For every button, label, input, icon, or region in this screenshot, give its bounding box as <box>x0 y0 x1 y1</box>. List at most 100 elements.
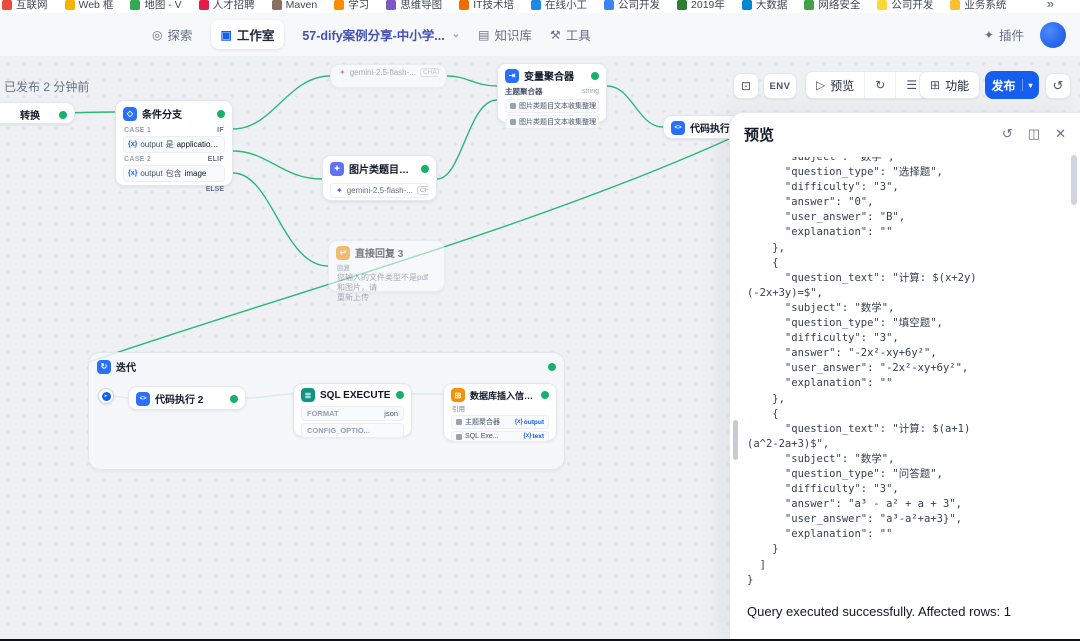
edge <box>437 100 497 179</box>
preview-panel-header: 预览 ↺ ◫ ✕ <box>730 113 1080 155</box>
json-line: "explanation": "" <box>747 376 1064 391</box>
split-view-icon[interactable]: ◫ <box>1028 126 1040 142</box>
bookmarks-overflow-chevron[interactable]: » <box>1047 0 1080 11</box>
json-line: { <box>747 407 1064 422</box>
ifelse-icon: ◇ <box>123 107 137 121</box>
node-convert[interactable]: 转换 <box>0 102 75 124</box>
nav-knowledge[interactable]: ▤ 知识库 <box>478 25 532 44</box>
plugins-icon: ✦ <box>984 28 994 42</box>
favicon-icon <box>804 0 814 10</box>
node-ref-icon <box>510 119 516 125</box>
bookmark-label: 思维导图 <box>400 0 442 12</box>
main-nav: ◎ 探索 ▣ 工作室 57-dify案例分享-中小学... ⌄ ▤ 知识库 ⚒ … <box>152 13 591 56</box>
nav-plugins[interactable]: ✦ 插件 <box>984 25 1024 44</box>
json-line: }, <box>747 392 1064 407</box>
json-line: "user_answer": "-2x²-xy+6y²", <box>747 361 1064 376</box>
preview-run-button[interactable]: ▷ 预览 <box>806 72 864 98</box>
nav-studio[interactable]: ▣ 工作室 <box>211 20 285 49</box>
favicon-icon <box>130 0 140 10</box>
node-llm-image[interactable]: ✦ 图片类题目文本收集整理 ✦ gemini-2.5-flash-... CHA… <box>322 155 437 201</box>
version-history-button[interactable]: ↺ <box>1045 73 1071 99</box>
restart-icon[interactable]: ↺ <box>1002 126 1013 142</box>
bookmark-item[interactable]: 学习 <box>334 0 369 12</box>
node-title: 变量聚合器 <box>524 68 574 83</box>
answer-label: 回复 <box>329 262 444 272</box>
bookmark-item[interactable]: 业务系统 <box>950 0 1006 12</box>
bookmark-item[interactable]: 2019年 <box>677 0 725 12</box>
export-button[interactable]: ⊡ <box>733 73 759 99</box>
run-history-button[interactable]: ↻ <box>864 72 895 98</box>
canvas-scrollbar-thumb[interactable] <box>733 420 738 460</box>
bookmark-item[interactable]: 公司开发 <box>877 0 933 12</box>
close-icon[interactable]: ✕ <box>1055 126 1066 142</box>
template-icon: ⊞ <box>451 388 465 402</box>
bookmark-item[interactable]: 地图 - V <box>130 0 181 12</box>
success-status-icon <box>217 110 225 118</box>
node-sql-execute[interactable]: ≣ SQL EXECUTE FORMAT json CONFIG_OPTIO..… <box>293 383 412 437</box>
node-ref-icon <box>456 434 462 440</box>
json-line: "answer": "-2x²-xy+6y²", <box>747 346 1064 361</box>
bookmark-label: 学习 <box>348 0 369 12</box>
bookmark-item[interactable]: 思维导图 <box>386 0 442 12</box>
knowledge-icon: ▤ <box>478 28 489 42</box>
preview-panel: 预览 ↺ ◫ ✕ "subject": "数学", "question_type… <box>729 112 1080 641</box>
favicon-icon <box>950 0 960 10</box>
panel-scrollbar-thumb[interactable] <box>1071 155 1077 205</box>
json-line: "explanation": "" <box>747 225 1064 240</box>
json-line: (a^2-2a+3)$", <box>747 437 1064 452</box>
json-line: }, <box>747 241 1064 256</box>
node-ifelse[interactable]: ◇ 条件分支 CASE 1IF output 是 application/pdf… <box>115 100 233 186</box>
bookmark-item[interactable]: Maven <box>272 0 318 12</box>
bookmarks-bar: 互联网 Web 框 地图 - V 人才招聘 Maven 学习 思维导图 <box>0 0 1080 13</box>
code-icon: <> <box>671 121 685 135</box>
bookmark-item[interactable]: 人才招聘 <box>199 0 255 12</box>
node-title: 直接回复 3 <box>355 245 403 260</box>
user-avatar[interactable] <box>1040 22 1066 48</box>
run-group: ▷ 预览 ↻ ☰ <box>805 71 928 99</box>
nav-explore[interactable]: ◎ 探索 <box>152 25 193 44</box>
ref-row: SQL Exe... text <box>451 431 549 442</box>
node-gemini-skipped[interactable]: ✦ gemini-2.5-flash-... CHAT <box>330 64 447 88</box>
favicon-icon <box>877 0 887 10</box>
bookmark-item[interactable]: 在线小工 <box>531 0 587 12</box>
node-title: 转换 <box>20 107 40 122</box>
features-button[interactable]: ⊞ 功能 <box>920 72 979 98</box>
node-code-2[interactable]: <> 代码执行 2 <box>128 386 246 410</box>
favicon-icon <box>272 0 282 10</box>
node-answer-3[interactable]: ↩ 直接回复 3 回复 您输入的文件类型不是pdf和图片，请 重新上传 <box>328 240 445 292</box>
json-line: "user_answer": "B", <box>747 210 1064 225</box>
current-app-selector[interactable]: 57-dify案例分享-中小学... ⌄ <box>302 25 460 44</box>
bookmark-item[interactable]: 大数据 <box>742 0 788 12</box>
bookmark-item[interactable]: 公司开发 <box>604 0 660 12</box>
bookmark-item[interactable]: 互联网 <box>2 0 48 12</box>
preview-output: "subject": "数学", "question_type": "选择题",… <box>747 157 1064 637</box>
aggregator-row: 图片类题目文本收集整理 p... text <box>505 99 599 113</box>
json-line: "subject": "数学", <box>747 301 1064 316</box>
features-group: ⊞ 功能 <box>919 71 980 99</box>
publish-button[interactable]: 发布 ▾ <box>985 71 1039 99</box>
env-button[interactable]: ENV <box>763 73 797 99</box>
node-ref-icon <box>510 103 516 109</box>
blocks-icon: ⊞ <box>930 78 940 92</box>
model-name: gemini-2.5-flash-... <box>347 186 413 195</box>
features-label: 功能 <box>945 77 969 94</box>
node-ref-icon <box>456 419 462 425</box>
model-icon: ✦ <box>339 68 346 77</box>
favicon-icon <box>677 0 687 10</box>
favicon-icon <box>604 0 614 10</box>
bookmark-item[interactable]: 网络安全 <box>804 0 860 12</box>
json-line: "answer": "a³ - a² + a + 3", <box>747 497 1064 512</box>
json-line: "subject": "数学", <box>747 452 1064 467</box>
node-aggregator[interactable]: ⇥ 变量聚合器 主题聚合器 string 图片类题目文本收集整理 p... te… <box>497 63 607 123</box>
bookmark-item[interactable]: Web 框 <box>65 0 114 12</box>
nav-tools[interactable]: ⚒ 工具 <box>550 25 591 44</box>
bookmark-label: 业务系统 <box>964 0 1006 12</box>
env-label: ENV <box>769 81 790 92</box>
iteration-start-node[interactable]: ▸ <box>98 388 114 404</box>
aggregator-icon: ⇥ <box>505 69 519 83</box>
answer-icon: ↩ <box>336 246 350 260</box>
bookmark-item[interactable]: IT技术培 <box>459 0 514 12</box>
sql-format-row: FORMAT json <box>301 406 404 421</box>
node-title: 数据库插入信息显示 <box>470 389 536 402</box>
node-db-display[interactable]: ⊞ 数据库插入信息显示 引用 主题聚合器 output SQL Exe... t… <box>443 383 557 441</box>
